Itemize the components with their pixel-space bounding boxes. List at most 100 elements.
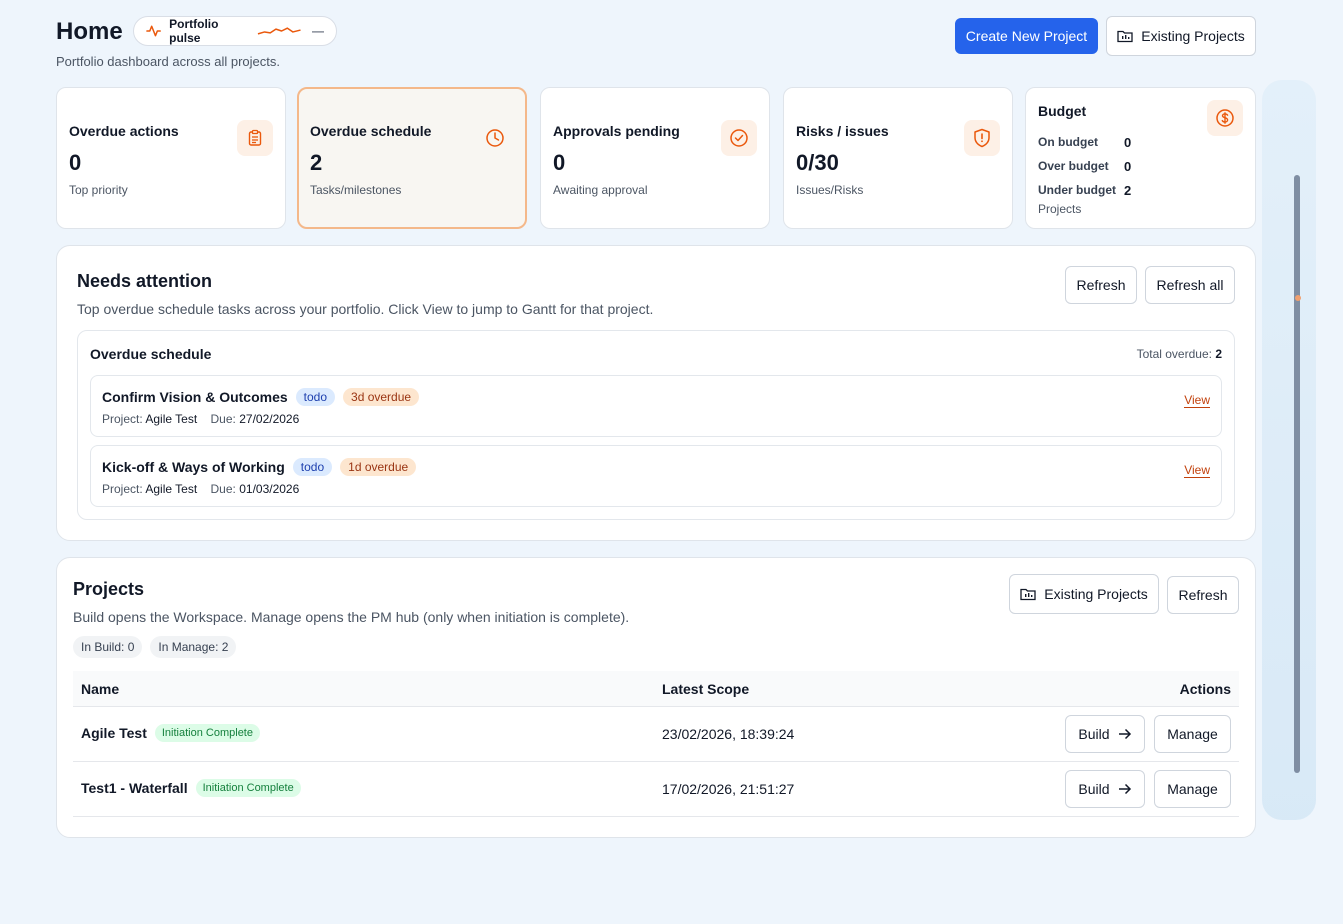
section-description: Build opens the Workspace. Manage opens … bbox=[73, 609, 630, 625]
build-button[interactable]: Build bbox=[1065, 715, 1145, 753]
scroll-area-glow bbox=[1262, 80, 1316, 820]
budget-key: Under budget bbox=[1038, 183, 1116, 197]
due-label: Due: bbox=[210, 482, 236, 496]
budget-row-under: Under budget 2 bbox=[1038, 178, 1131, 202]
budget-value: 0 bbox=[1124, 134, 1132, 150]
pulse-value: — bbox=[312, 24, 324, 38]
sparkline-icon bbox=[257, 27, 301, 35]
project-name-cell: Test1 - Waterfall Initiation Complete bbox=[81, 779, 301, 797]
projects-panel: Projects Build opens the Workspace. Mana… bbox=[56, 557, 1256, 838]
column-header-scope: Latest Scope bbox=[662, 681, 750, 697]
overdue-task-item: Confirm Vision & Outcomes todo 3d overdu… bbox=[90, 375, 1222, 437]
column-header-actions: Actions bbox=[1179, 681, 1231, 697]
section-description: Top overdue schedule tasks across your p… bbox=[77, 301, 654, 317]
manage-button[interactable]: Manage bbox=[1154, 715, 1231, 753]
view-link[interactable]: View bbox=[1184, 393, 1210, 408]
refresh-button[interactable]: Refresh bbox=[1065, 266, 1137, 304]
project-name: Test1 - Waterfall bbox=[81, 780, 188, 796]
refresh-button[interactable]: Refresh bbox=[1167, 576, 1239, 614]
kpi-sub: Top priority bbox=[69, 183, 128, 197]
budget-row-on: On budget 0 bbox=[1038, 130, 1131, 154]
task-name: Confirm Vision & Outcomes bbox=[102, 389, 288, 405]
status-badge: Initiation Complete bbox=[154, 724, 260, 742]
task-name: Kick-off & Ways of Working bbox=[102, 459, 285, 475]
view-link[interactable]: View bbox=[1184, 463, 1210, 478]
existing-projects-button[interactable]: Existing Projects bbox=[1009, 574, 1159, 614]
existing-projects-button[interactable]: Existing Projects bbox=[1106, 16, 1256, 56]
arrow-right-icon bbox=[1118, 728, 1131, 740]
kpi-overdue-schedule[interactable]: Overdue schedule 2 Tasks/milestones bbox=[297, 87, 527, 229]
table-row: Test1 - Waterfall Initiation Complete 17… bbox=[73, 762, 1239, 817]
project-name: Agile Test bbox=[81, 725, 147, 741]
project-label: Project: bbox=[102, 482, 143, 496]
kpi-value: 0 bbox=[69, 150, 82, 175]
due-value: 27/02/2026 bbox=[239, 412, 300, 426]
due-value: 01/03/2026 bbox=[239, 482, 300, 496]
page-subtitle: Portfolio dashboard across all projects. bbox=[56, 54, 281, 69]
budget-key: On budget bbox=[1038, 135, 1098, 149]
kpi-label: Risks / issues bbox=[796, 123, 889, 139]
arrow-right-icon bbox=[1118, 783, 1131, 795]
scrollbar-thumb[interactable] bbox=[1294, 175, 1300, 773]
build-label: Build bbox=[1078, 781, 1110, 797]
shield-alert-icon bbox=[964, 120, 1000, 156]
status-badge: todo bbox=[295, 388, 336, 406]
status-badge: todo bbox=[292, 458, 333, 476]
clock-icon bbox=[477, 120, 513, 156]
kpi-approvals-pending[interactable]: Approvals pending 0 Awaiting approval bbox=[540, 87, 770, 229]
project-value: Agile Test bbox=[145, 412, 198, 426]
kpi-label: Overdue actions bbox=[69, 123, 179, 139]
needs-attention-panel: Needs attention Top overdue schedule tas… bbox=[56, 245, 1256, 541]
kpi-sub: Issues/Risks bbox=[796, 183, 864, 197]
kpi-value: 2 bbox=[310, 150, 323, 175]
task-meta: Project: Agile Test Due: 01/03/2026 bbox=[102, 482, 299, 496]
overdue-task-item: Kick-off & Ways of Working todo 1d overd… bbox=[90, 445, 1222, 507]
project-counts: In Build: 0 In Manage: 2 bbox=[73, 636, 237, 658]
project-name-cell: Agile Test Initiation Complete bbox=[81, 724, 260, 742]
task-name-row: Confirm Vision & Outcomes todo 3d overdu… bbox=[102, 388, 420, 406]
table-header: Name Latest Scope Actions bbox=[73, 671, 1239, 707]
kpi-sub: Projects bbox=[1038, 202, 1082, 216]
task-meta: Project: Agile Test Due: 27/02/2026 bbox=[102, 412, 299, 426]
page-title: Home bbox=[56, 18, 123, 45]
refresh-all-button[interactable]: Refresh all bbox=[1145, 266, 1235, 304]
scroll-marker bbox=[1295, 295, 1301, 301]
activity-icon bbox=[146, 25, 161, 37]
overdue-badge: 3d overdue bbox=[343, 388, 420, 406]
existing-projects-label: Existing Projects bbox=[1044, 586, 1148, 602]
kpi-risks-issues[interactable]: Risks / issues 0/30 Issues/Risks bbox=[783, 87, 1013, 229]
kpi-label: Overdue schedule bbox=[310, 123, 432, 139]
folder-icon bbox=[1117, 30, 1133, 43]
section-title: Projects bbox=[73, 579, 145, 599]
kpi-overdue-actions[interactable]: Overdue actions 0 Top priority bbox=[56, 87, 286, 229]
budget-value: 2 bbox=[1124, 182, 1132, 198]
budget-row-over: Over budget 0 bbox=[1038, 154, 1131, 178]
budget-rows: On budget 0 Over budget 0 Under budget 2 bbox=[1038, 130, 1131, 202]
latest-scope: 17/02/2026, 21:51:27 bbox=[662, 781, 795, 797]
manage-button[interactable]: Manage bbox=[1154, 770, 1231, 808]
overdue-badge: 1d overdue bbox=[340, 458, 417, 476]
build-label: Build bbox=[1078, 726, 1110, 742]
task-name-row: Kick-off & Ways of Working todo 1d overd… bbox=[102, 458, 417, 476]
kpi-row: Overdue actions 0 Top priority Overdue s… bbox=[56, 87, 1256, 229]
budget-key: Over budget bbox=[1038, 159, 1109, 173]
page-header: Home Portfolio pulse — Portfolio dashboa… bbox=[56, 16, 1256, 72]
pulse-label: Portfolio pulse bbox=[169, 17, 219, 45]
create-project-button[interactable]: Create New Project bbox=[955, 18, 1098, 54]
status-badge: Initiation Complete bbox=[195, 779, 301, 797]
existing-projects-label: Existing Projects bbox=[1141, 28, 1245, 44]
portfolio-pulse-pill[interactable]: Portfolio pulse — bbox=[133, 16, 337, 46]
build-button[interactable]: Build bbox=[1065, 770, 1145, 808]
check-circle-icon bbox=[721, 120, 757, 156]
clipboard-icon bbox=[237, 120, 273, 156]
overdue-schedule-title: Overdue schedule bbox=[90, 346, 212, 362]
latest-scope: 23/02/2026, 18:39:24 bbox=[662, 726, 795, 742]
kpi-sub: Tasks/milestones bbox=[310, 183, 402, 197]
column-header-name: Name bbox=[81, 681, 120, 697]
kpi-budget[interactable]: Budget On budget 0 Over budget 0 Under bud… bbox=[1025, 87, 1256, 229]
kpi-sub: Awaiting approval bbox=[553, 183, 648, 197]
folder-icon bbox=[1020, 588, 1036, 601]
section-title: Needs attention bbox=[77, 271, 213, 291]
kpi-value: 0 bbox=[553, 150, 566, 175]
total-overdue: Total overdue: 2 bbox=[1137, 347, 1222, 361]
